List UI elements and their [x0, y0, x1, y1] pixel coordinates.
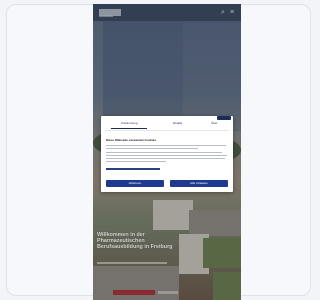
cookie-text-line [106, 145, 226, 146]
cookie-text-line [106, 155, 227, 156]
active-tab-indicator [111, 128, 147, 129]
cookie-tabs: Zustimmung Details Über [101, 116, 233, 138]
tab-divider [105, 130, 229, 131]
cookie-text-line [106, 158, 225, 159]
accept-all-button[interactable]: Alle zulassen [170, 180, 228, 187]
cookie-settings-link[interactable] [106, 168, 160, 170]
cookie-text-line [106, 152, 222, 153]
cookie-text-line [106, 148, 198, 149]
cookie-heading: Diese Webseite verwendet Cookies [106, 138, 157, 142]
tab-about[interactable]: Über [211, 122, 218, 125]
cookie-consent-dialog: Zustimmung Details Über Diese Webseite v… [101, 116, 233, 192]
tab-consent[interactable]: Zustimmung [121, 122, 138, 125]
reject-button[interactable]: Ablehnen [106, 180, 164, 187]
cookie-text-line [106, 161, 166, 162]
tab-details[interactable]: Details [173, 122, 182, 125]
mobile-page-preview: ⌕ ≡ Willkommen in der Pharmazeutischen B… [93, 4, 241, 300]
cookiebot-logo [217, 116, 231, 120]
